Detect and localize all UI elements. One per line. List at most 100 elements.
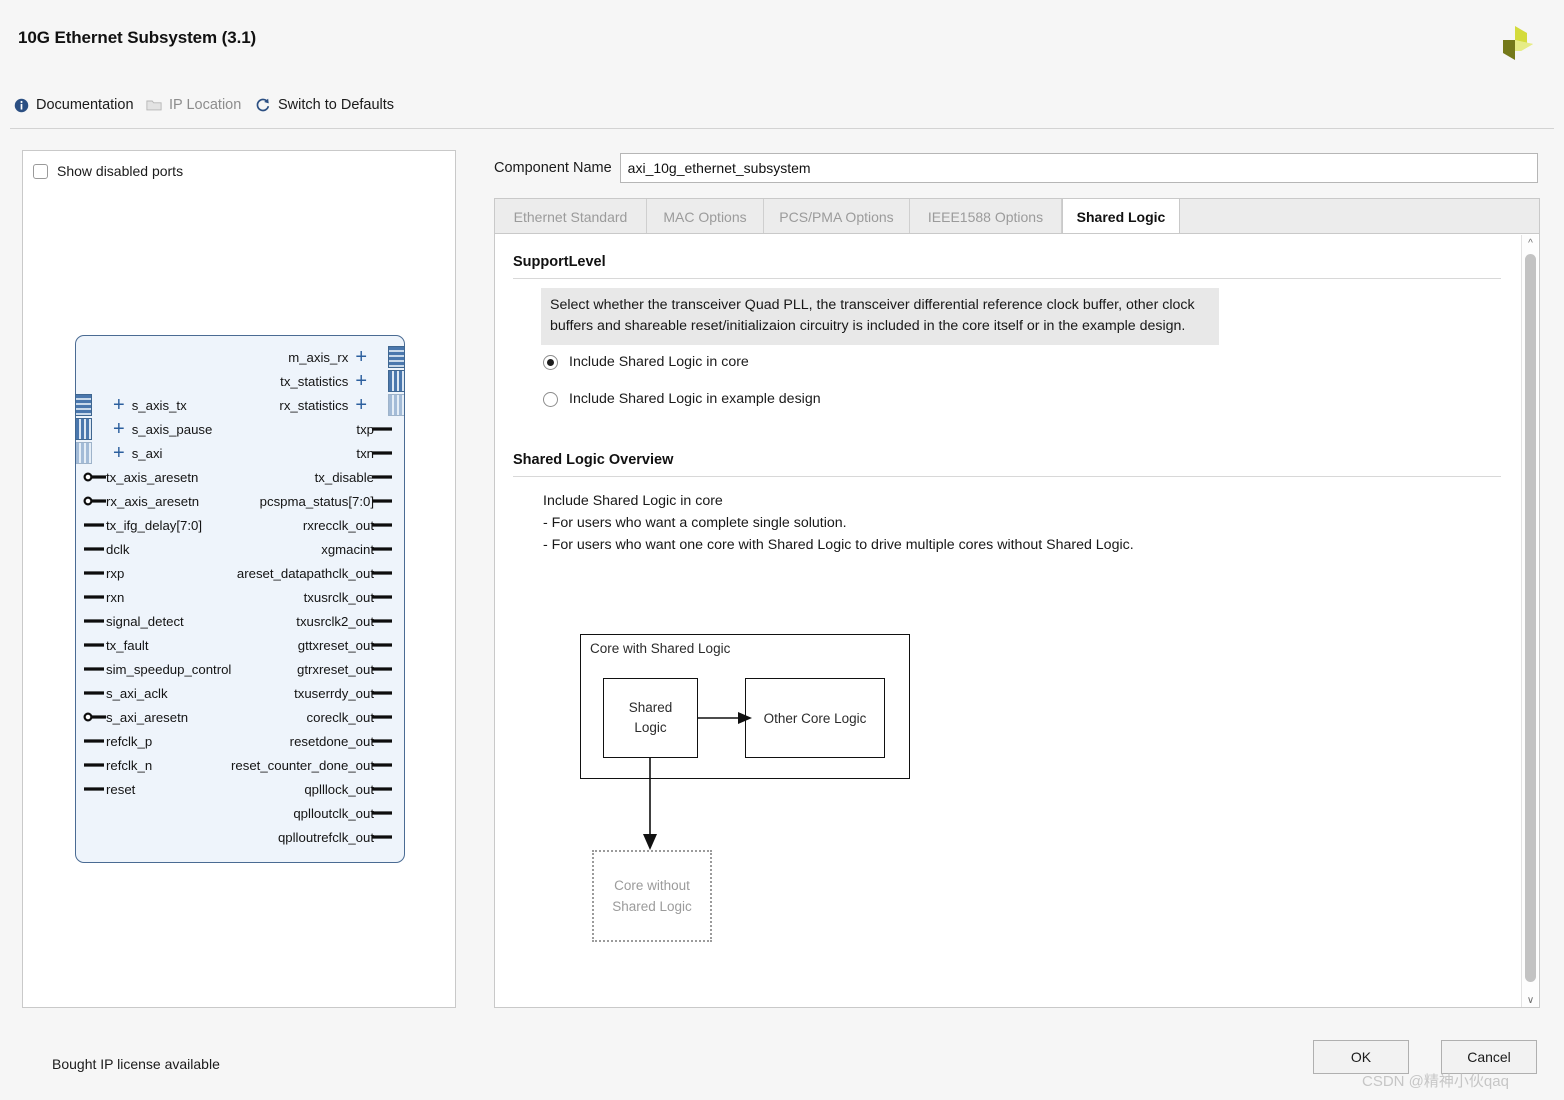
core-without-line-2: Shared Logic bbox=[612, 899, 692, 914]
ip-port-areset-datapathclk-out[interactable]: areset_datapathclk_out bbox=[237, 561, 392, 585]
ip-port-s-axis-tx[interactable]: + s_axis_tx bbox=[75, 393, 187, 417]
ip-port-txusrclk2-out[interactable]: txusrclk2_out bbox=[296, 609, 392, 633]
ip-port-txusrclk-out[interactable]: txusrclk_out bbox=[304, 585, 392, 609]
radio-include-shared-logic-in-example-design[interactable]: Include Shared Logic in example design bbox=[543, 391, 821, 407]
tab-ieee1588-options[interactable]: IEEE1588 Options bbox=[910, 199, 1062, 234]
pin-icon bbox=[372, 811, 392, 815]
scrollbar-thumb[interactable] bbox=[1525, 254, 1536, 982]
support-level-help-text: Select whether the transceiver Quad PLL,… bbox=[541, 288, 1219, 345]
ip-port-s-axi-aclk[interactable]: s_axi_aclk bbox=[84, 681, 168, 705]
expand-bus-icon[interactable]: + bbox=[355, 395, 367, 415]
ip-port-s-axi[interactable]: + s_axi bbox=[75, 441, 163, 465]
pin-icon bbox=[372, 547, 392, 551]
pin-wrapper bbox=[370, 417, 398, 441]
ip-port-coreclk-out[interactable]: coreclk_out bbox=[307, 705, 392, 729]
tab-pcs-pma-options[interactable]: PCS/PMA Options bbox=[764, 199, 910, 234]
ip-port-sim-speedup-control[interactable]: sim_speedup_control bbox=[84, 657, 231, 681]
overview-line-1: Include Shared Logic in core bbox=[543, 493, 723, 509]
ip-port-gtrxreset-out[interactable]: gtrxreset_out bbox=[297, 657, 392, 681]
expand-bus-icon[interactable]: + bbox=[355, 347, 367, 367]
switch-to-defaults-button[interactable]: Switch to Defaults bbox=[255, 84, 394, 126]
tab-ethernet-standard[interactable]: Ethernet Standard bbox=[495, 199, 647, 234]
ip-port-label: reset bbox=[106, 781, 136, 797]
component-name-input[interactable] bbox=[619, 153, 1538, 183]
ip-port-txn[interactable]: txn bbox=[356, 441, 392, 465]
ip-port-label: reset_counter_done_out bbox=[231, 757, 374, 773]
ip-port-rxp[interactable]: rxp bbox=[84, 561, 124, 585]
pin-icon bbox=[84, 595, 104, 599]
ip-port-xgmacint[interactable]: xgmacint bbox=[321, 537, 392, 561]
ip-port-txp[interactable]: txp bbox=[356, 417, 392, 441]
tab-bar: Ethernet Standard MAC Options PCS/PMA Opti… bbox=[494, 198, 1540, 235]
ip-port-label: gtrxreset_out bbox=[297, 661, 374, 677]
ip-port-txuserrdy-out[interactable]: txuserrdy_out bbox=[294, 681, 392, 705]
radio-selected-icon bbox=[543, 354, 558, 370]
ok-button[interactable]: OK bbox=[1313, 1040, 1409, 1074]
ip-port-rxrecclk-out[interactable]: rxrecclk_out bbox=[302, 513, 392, 537]
chevron-down-icon[interactable]: ∨ bbox=[1522, 992, 1539, 1007]
ip-port-reset[interactable]: reset bbox=[84, 777, 136, 801]
bus-connector-icon bbox=[388, 370, 405, 392]
ip-port-label: pcspma_status[7:0] bbox=[259, 493, 374, 509]
ip-port-qplloutrefclk-out[interactable]: qplloutrefclk_out bbox=[277, 825, 392, 849]
ip-port-s-axis-pause[interactable]: + s_axis_pause bbox=[75, 417, 212, 441]
ip-port-label: xgmacint bbox=[321, 541, 374, 557]
pin-icon bbox=[372, 835, 392, 839]
folder-icon bbox=[146, 100, 162, 111]
ip-port-rx-axis-aresetn[interactable]: rx_axis_aresetn bbox=[83, 489, 199, 513]
tab-shared-logic[interactable]: Shared Logic bbox=[1062, 199, 1180, 235]
ip-port-tx-axis-aresetn[interactable]: tx_axis_aresetn bbox=[83, 465, 198, 489]
pin-wrapper bbox=[82, 777, 110, 801]
ip-port-label: qplloutrefclk_out bbox=[277, 829, 374, 845]
ip-port-signal-detect[interactable]: signal_detect bbox=[84, 609, 184, 633]
pin-icon bbox=[372, 571, 392, 575]
ip-port-tx-statistics[interactable]: tx_statistics + bbox=[280, 369, 405, 393]
overview-line-3: - For users who want one core with Share… bbox=[543, 537, 1134, 553]
ip-port-m-axis-rx[interactable]: m_axis_rx + bbox=[288, 345, 405, 369]
shared-logic-line-2: Logic bbox=[634, 720, 667, 735]
pin-icon bbox=[84, 739, 104, 743]
tab-mac-options[interactable]: MAC Options bbox=[647, 199, 764, 234]
core-with-shared-logic-label: Core with Shared Logic bbox=[590, 641, 731, 656]
ip-port-gttxreset-out[interactable]: gttxreset_out bbox=[298, 633, 392, 657]
show-disabled-ports-label: Show disabled ports bbox=[57, 163, 184, 179]
overview-line-2: - For users who want a complete single s… bbox=[543, 515, 847, 531]
active-low-pin-icon bbox=[83, 472, 106, 482]
component-name-row: Component Name bbox=[494, 153, 1538, 183]
ip-port-qplloutclk-out[interactable]: qplloutclk_out bbox=[293, 801, 392, 825]
ip-port-tx-fault[interactable]: tx_fault bbox=[84, 633, 149, 657]
ip-port-tx-ifg-delay-7-0-[interactable]: tx_ifg_delay[7:0] bbox=[84, 513, 202, 537]
content-vertical-scrollbar[interactable]: ^ ∨ bbox=[1521, 235, 1539, 1007]
ip-port-reset-counter-done-out[interactable]: reset_counter_done_out bbox=[231, 753, 392, 777]
pin-icon bbox=[372, 643, 392, 647]
bus-connector-icon bbox=[388, 346, 405, 368]
ip-port-label: s_axi bbox=[131, 445, 163, 461]
ip-port-rxn[interactable]: rxn bbox=[84, 585, 124, 609]
expand-bus-icon[interactable]: + bbox=[113, 395, 125, 415]
pin-wrapper bbox=[82, 729, 110, 753]
cancel-button[interactable]: Cancel bbox=[1441, 1040, 1537, 1074]
ip-port-label: rxrecclk_out bbox=[302, 517, 374, 533]
documentation-button[interactable]: Documentation bbox=[14, 84, 134, 126]
pin-wrapper bbox=[82, 681, 110, 705]
shared-logic-overview-title: Shared Logic Overview bbox=[513, 452, 674, 468]
ip-port-tx-disable[interactable]: tx_disable bbox=[315, 465, 392, 489]
expand-bus-icon[interactable]: + bbox=[355, 371, 367, 391]
ip-port-pcspma-status-7-0-[interactable]: pcspma_status[7:0] bbox=[259, 489, 392, 513]
expand-bus-icon[interactable]: + bbox=[113, 443, 125, 463]
ip-port-rx-statistics[interactable]: rx_statistics + bbox=[279, 393, 405, 417]
ip-location-button[interactable]: IP Location bbox=[146, 84, 241, 126]
ip-port-dclk[interactable]: dclk bbox=[84, 537, 129, 561]
ip-port-s-axi-aresetn[interactable]: s_axi_aresetn bbox=[83, 705, 188, 729]
ip-port-resetdone-out[interactable]: resetdone_out bbox=[290, 729, 392, 753]
ip-port-refclk-n[interactable]: refclk_n bbox=[84, 753, 152, 777]
pin-wrapper bbox=[370, 657, 398, 681]
chevron-up-icon[interactable]: ^ bbox=[1522, 235, 1539, 251]
radio-include-shared-logic-in-core[interactable]: Include Shared Logic in core bbox=[543, 354, 749, 370]
pin-icon bbox=[84, 667, 104, 671]
pin-icon bbox=[372, 619, 392, 623]
expand-bus-icon[interactable]: + bbox=[113, 419, 125, 439]
show-disabled-ports-checkbox[interactable]: Show disabled ports bbox=[33, 163, 183, 179]
ip-port-qplllock-out[interactable]: qplllock_out bbox=[304, 777, 392, 801]
ip-port-refclk-p[interactable]: refclk_p bbox=[84, 729, 152, 753]
